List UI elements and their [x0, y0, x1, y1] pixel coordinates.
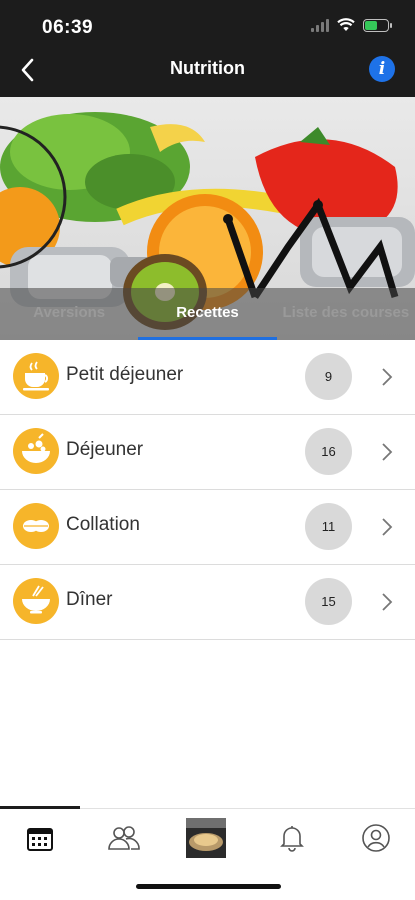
nav-notifications[interactable] [272, 818, 312, 858]
dinner-bowl-icon [13, 578, 59, 624]
recipe-count-badge: 16 [305, 428, 352, 475]
recipe-count-badge: 9 [305, 353, 352, 400]
calendar-icon [27, 828, 53, 851]
chevron-right-icon [382, 368, 393, 386]
bell-icon [280, 826, 304, 852]
category-label: Déjeuner [66, 439, 144, 460]
chevron-right-icon [382, 593, 393, 611]
tab-recettes[interactable]: Recettes [138, 288, 277, 340]
salad-bowl-icon [13, 428, 59, 474]
snack-icon [13, 503, 59, 549]
page-title: Nutrition [170, 58, 245, 78]
nav-community[interactable] [104, 818, 144, 858]
status-icons [311, 18, 392, 32]
list-item-diner[interactable]: Dîner 15 [0, 565, 415, 640]
recipe-count-badge: 11 [305, 503, 352, 550]
cellular-signal-icon [311, 18, 329, 32]
recipe-tabs: Aversions Recettes Liste des courses [0, 288, 415, 340]
top-bar: 06:39 Nutrition i [0, 0, 415, 97]
category-label: Collation [66, 514, 140, 535]
list-item-dejeuner[interactable]: Déjeuner 16 [0, 415, 415, 490]
battery-icon [363, 18, 392, 32]
coffee-cup-icon [13, 353, 59, 399]
nav-food-photo[interactable] [186, 818, 226, 858]
home-indicator [136, 884, 281, 889]
category-label: Dîner [66, 589, 113, 610]
nav-calendar[interactable] [20, 818, 60, 858]
food-photo-icon [186, 818, 226, 858]
tab-liste-des-courses[interactable]: Liste des courses [277, 288, 415, 340]
meal-category-list: Petit déjeuner 9 Déjeuner 16 Collation 1… [0, 340, 415, 640]
bottom-nav-active-indicator [0, 806, 80, 809]
community-icon [108, 826, 140, 850]
chevron-right-icon [382, 443, 393, 461]
recipe-count-badge: 15 [305, 578, 352, 625]
wifi-icon [337, 18, 355, 31]
chevron-right-icon [382, 518, 393, 536]
category-label: Petit déjeuner [66, 364, 184, 385]
list-item-collation[interactable]: Collation 11 [0, 490, 415, 565]
info-button[interactable]: i [369, 56, 395, 82]
tab-aversions[interactable]: Aversions [0, 288, 138, 340]
status-time: 06:39 [42, 17, 94, 38]
profile-icon [362, 824, 390, 852]
nav-profile[interactable] [356, 818, 396, 858]
list-item-petit-dejeuner[interactable]: Petit déjeuner 9 [0, 340, 415, 415]
hero-banner: Aversions Recettes Liste des courses [0, 97, 415, 340]
